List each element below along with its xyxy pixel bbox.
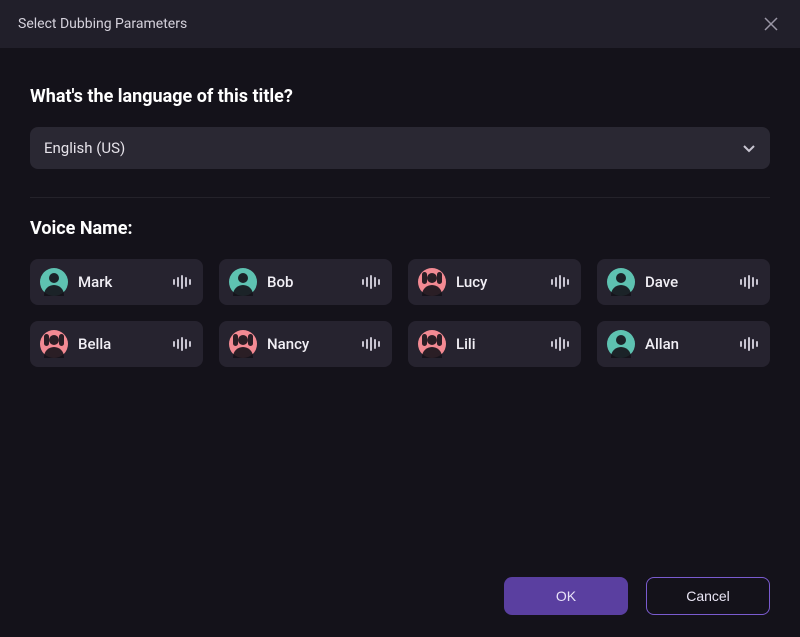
avatar [40,330,68,358]
avatar [40,268,68,296]
footer-buttons: OK Cancel [504,577,770,615]
waveform-icon [551,274,569,290]
title-bar: Select Dubbing Parameters [0,0,800,48]
ok-button[interactable]: OK [504,577,628,615]
voice-name: Bella [78,335,111,353]
voice-name: Dave [645,273,678,291]
voice-name: Lucy [456,273,487,291]
waveform-icon [173,336,191,352]
voice-card-lili[interactable]: Lili [408,321,581,367]
voice-name: Nancy [267,335,309,353]
dialog-content: What's the language of this title? Engli… [0,48,800,367]
close-button[interactable] [758,11,784,37]
waveform-icon [551,336,569,352]
avatar [229,268,257,296]
avatar [418,268,446,296]
window-title: Select Dubbing Parameters [18,16,187,32]
waveform-icon [173,274,191,290]
voice-card-bella[interactable]: Bella [30,321,203,367]
close-icon [764,17,778,31]
chevron-down-icon [742,141,756,155]
waveform-icon [740,336,758,352]
language-selected-value: English (US) [44,139,125,157]
section-divider [30,197,770,198]
voice-name: Mark [78,273,112,291]
avatar [607,268,635,296]
voice-card-dave[interactable]: Dave [597,259,770,305]
avatar [229,330,257,358]
voice-card-nancy[interactable]: Nancy [219,321,392,367]
voice-card-lucy[interactable]: Lucy [408,259,581,305]
avatar [418,330,446,358]
language-select[interactable]: English (US) [30,127,770,169]
voice-name: Lili [456,335,476,353]
voice-card-mark[interactable]: Mark [30,259,203,305]
voice-name: Bob [267,273,293,291]
voice-grid: Mark Bob Lucy Dave Bella Nancy Lili Allan [30,259,770,367]
voice-card-allan[interactable]: Allan [597,321,770,367]
waveform-icon [740,274,758,290]
avatar [607,330,635,358]
cancel-button[interactable]: Cancel [646,577,770,615]
voice-name: Allan [645,335,679,353]
waveform-icon [362,336,380,352]
waveform-icon [362,274,380,290]
language-prompt: What's the language of this title? [30,86,770,107]
voice-card-bob[interactable]: Bob [219,259,392,305]
voice-section-label: Voice Name: [30,218,770,239]
